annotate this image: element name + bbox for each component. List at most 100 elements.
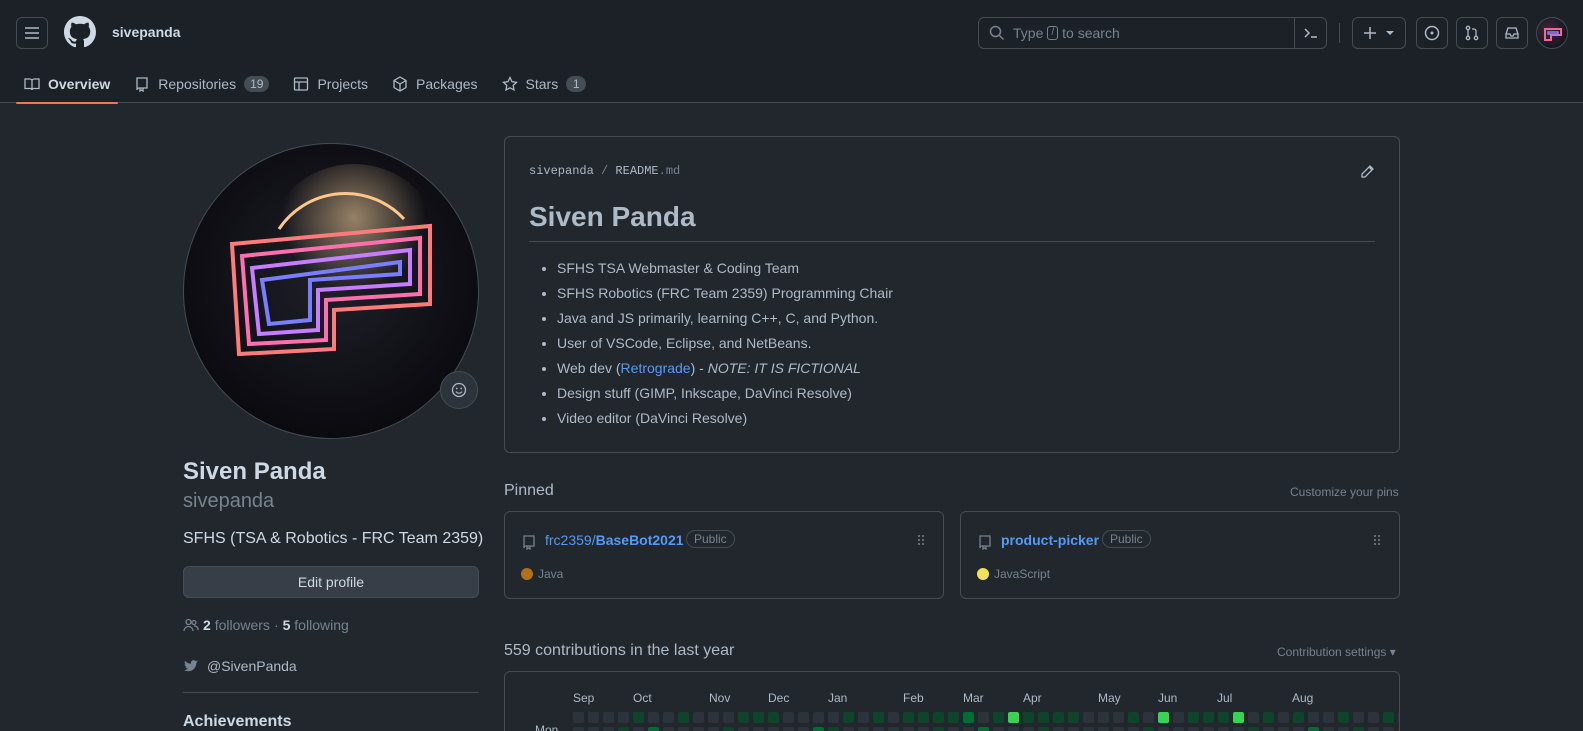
contribution-day-cell[interactable] [633, 727, 644, 731]
command-palette-button[interactable] [1294, 18, 1326, 48]
set-status-button[interactable] [440, 371, 478, 409]
contribution-day-cell[interactable] [1188, 712, 1199, 723]
contribution-day-cell[interactable] [1218, 727, 1229, 731]
contribution-day-cell[interactable] [783, 727, 794, 731]
issues-button[interactable] [1416, 17, 1448, 49]
contribution-day-cell[interactable] [813, 727, 824, 731]
menu-button[interactable] [16, 17, 48, 49]
contribution-day-cell[interactable] [1353, 727, 1364, 731]
contribution-day-cell[interactable] [1068, 712, 1079, 723]
contribution-day-cell[interactable] [858, 727, 869, 731]
contribution-day-cell[interactable] [633, 712, 644, 723]
contribution-day-cell[interactable] [873, 727, 884, 731]
contribution-day-cell[interactable] [813, 712, 824, 723]
contribution-day-cell[interactable] [753, 712, 764, 723]
contribution-day-cell[interactable] [723, 727, 734, 731]
contribution-day-cell[interactable] [1128, 712, 1139, 723]
contribution-day-cell[interactable] [768, 727, 779, 731]
contribution-day-cell[interactable] [1293, 712, 1304, 723]
contribution-day-cell[interactable] [1113, 712, 1124, 723]
contribution-day-cell[interactable] [1368, 712, 1379, 723]
profile-avatar[interactable] [183, 143, 479, 439]
customize-pins-link[interactable]: Customize your pins [1290, 485, 1399, 499]
contribution-day-cell[interactable] [693, 712, 704, 723]
contribution-settings-dropdown[interactable]: Contribution settings ▾ [1277, 645, 1396, 659]
contribution-day-cell[interactable] [1008, 712, 1019, 723]
contribution-day-cell[interactable] [978, 727, 989, 731]
contribution-day-cell[interactable] [1383, 712, 1394, 723]
contribution-day-cell[interactable] [708, 727, 719, 731]
contribution-day-cell[interactable] [588, 727, 599, 731]
contribution-day-cell[interactable] [708, 712, 719, 723]
contribution-day-cell[interactable] [603, 727, 614, 731]
contribution-day-cell[interactable] [1398, 712, 1399, 723]
contribution-day-cell[interactable] [963, 712, 974, 723]
contribution-day-cell[interactable] [1338, 727, 1349, 731]
contribution-day-cell[interactable] [1308, 727, 1319, 731]
search-input[interactable]: Type / to search [978, 17, 1327, 49]
contribution-day-cell[interactable] [1338, 712, 1349, 723]
contribution-day-cell[interactable] [678, 712, 689, 723]
contribution-day-cell[interactable] [1323, 712, 1334, 723]
drag-handle-icon[interactable] [915, 534, 927, 546]
contribution-day-cell[interactable] [1173, 727, 1184, 731]
contribution-day-cell[interactable] [1278, 712, 1289, 723]
contribution-day-cell[interactable] [678, 727, 689, 731]
followers-link[interactable]: 2 followers [203, 617, 270, 633]
contribution-day-cell[interactable] [1203, 727, 1214, 731]
contribution-day-cell[interactable] [1248, 712, 1259, 723]
contribution-day-cell[interactable] [1128, 727, 1139, 731]
contribution-day-cell[interactable] [1143, 727, 1154, 731]
contribution-day-cell[interactable] [1263, 727, 1274, 731]
readme-path-file[interactable]: README [615, 164, 658, 178]
contribution-day-cell[interactable] [1263, 712, 1274, 723]
contribution-day-cell[interactable] [1083, 727, 1094, 731]
tab-repositories[interactable]: Repositories 19 [126, 64, 277, 103]
contribution-day-cell[interactable] [648, 712, 659, 723]
contribution-day-cell[interactable] [588, 712, 599, 723]
contribution-day-cell[interactable] [1368, 727, 1379, 731]
contribution-day-cell[interactable] [1383, 727, 1394, 731]
contribution-day-cell[interactable] [1158, 712, 1169, 723]
contribution-day-cell[interactable] [1203, 712, 1214, 723]
contribution-day-cell[interactable] [1233, 712, 1244, 723]
contribution-day-cell[interactable] [1038, 712, 1049, 723]
contribution-day-cell[interactable] [1053, 712, 1064, 723]
contribution-day-cell[interactable] [573, 727, 584, 731]
contribution-day-cell[interactable] [648, 727, 659, 731]
tab-stars[interactable]: Stars 1 [494, 64, 595, 103]
drag-handle-icon[interactable] [1371, 534, 1383, 546]
contribution-day-cell[interactable] [1233, 727, 1244, 731]
contribution-day-cell[interactable] [1023, 712, 1034, 723]
readme-path-user[interactable]: sivepanda [529, 164, 594, 178]
edit-readme-button[interactable] [1359, 164, 1375, 183]
retrograde-link[interactable]: Retrograde [621, 360, 691, 376]
contribution-day-cell[interactable] [918, 712, 929, 723]
user-avatar-menu[interactable] [1536, 17, 1568, 49]
contribution-day-cell[interactable] [1353, 712, 1364, 723]
twitter-link[interactable]: @SivenPanda [183, 658, 297, 674]
tab-projects[interactable]: Projects [285, 64, 376, 103]
following-link[interactable]: 5 following [283, 617, 349, 633]
contribution-day-cell[interactable] [1068, 727, 1079, 731]
contribution-day-cell[interactable] [1098, 727, 1109, 731]
contribution-day-cell[interactable] [738, 727, 749, 731]
contribution-day-cell[interactable] [663, 727, 674, 731]
contribution-day-cell[interactable] [888, 712, 899, 723]
contribution-day-cell[interactable] [918, 727, 929, 731]
contribution-day-cell[interactable] [933, 712, 944, 723]
header-username[interactable]: sivepanda [112, 24, 180, 40]
contribution-day-cell[interactable] [948, 727, 959, 731]
contribution-day-cell[interactable] [1113, 727, 1124, 731]
contribution-day-cell[interactable] [738, 712, 749, 723]
achievements-heading[interactable]: Achievements [183, 713, 292, 731]
edit-profile-button[interactable]: Edit profile [183, 566, 479, 598]
contribution-day-cell[interactable] [1398, 727, 1399, 731]
contribution-day-cell[interactable] [1188, 727, 1199, 731]
contribution-day-cell[interactable] [993, 727, 1004, 731]
contribution-day-cell[interactable] [1278, 727, 1289, 731]
contribution-day-cell[interactable] [903, 727, 914, 731]
contribution-day-cell[interactable] [663, 712, 674, 723]
contribution-day-cell[interactable] [828, 712, 839, 723]
contribution-day-cell[interactable] [858, 712, 869, 723]
